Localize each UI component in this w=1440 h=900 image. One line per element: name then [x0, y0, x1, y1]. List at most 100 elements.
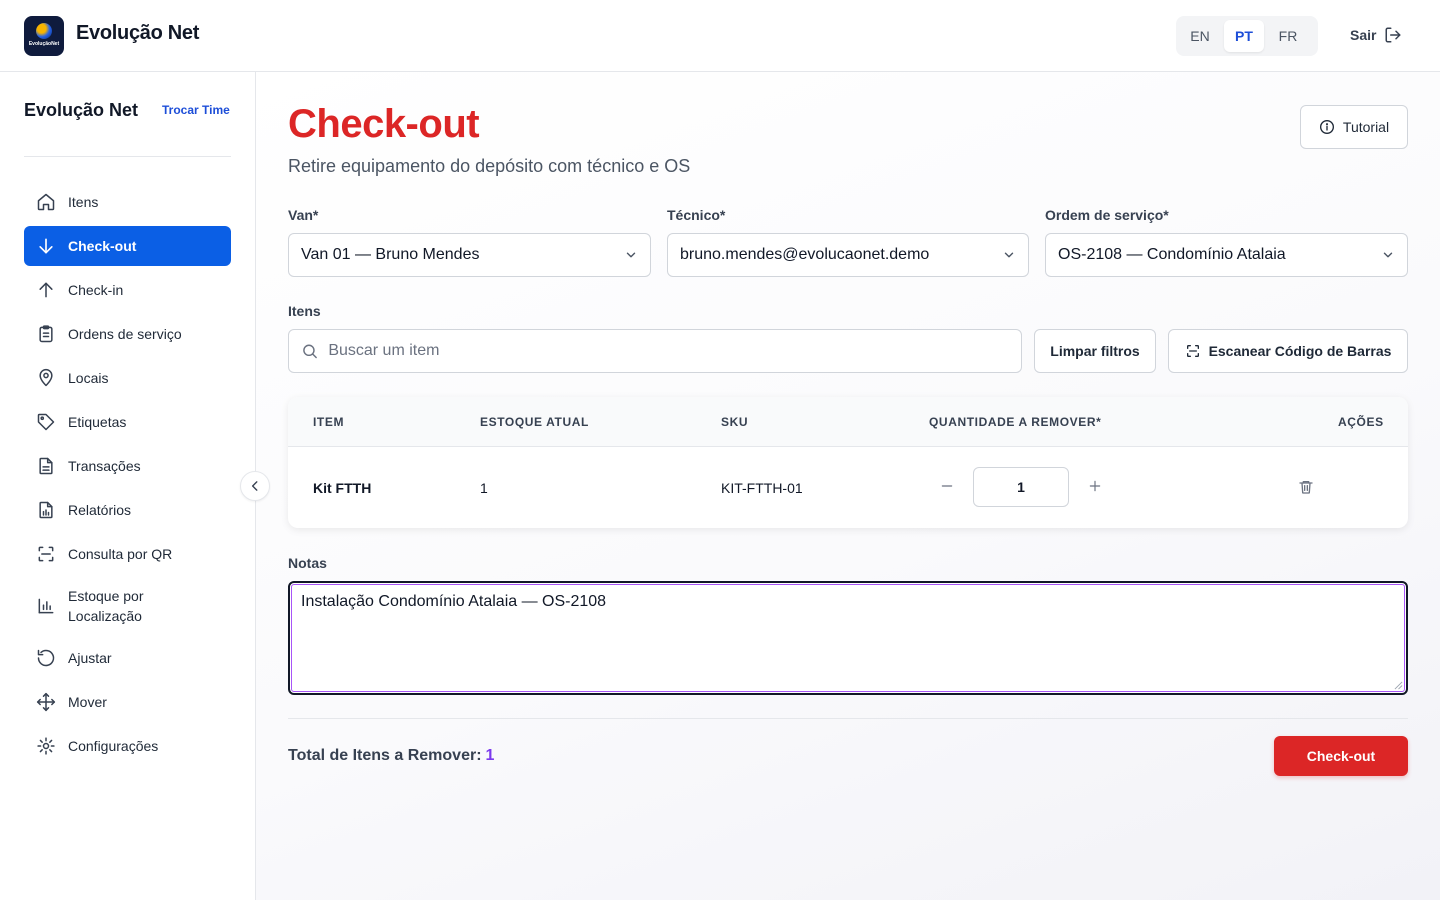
quantity-increment-button[interactable] — [1082, 473, 1108, 499]
column-header-actions: AÇÕES — [1338, 415, 1384, 429]
tutorial-label: Tutorial — [1342, 119, 1390, 135]
van-select-value: Van 01 — Bruno Mendes — [301, 246, 480, 263]
scan-barcode-button[interactable]: Escanear Código de Barras — [1168, 329, 1408, 373]
sidebar: Evolução Net Trocar Time Itens Check-out… — [0, 72, 256, 900]
bar-chart-icon — [38, 598, 54, 614]
technician-select[interactable]: bruno.mendes@evolucaonet.demo — [667, 233, 1029, 277]
items-table: ITEM ESTOQUE ATUAL SKU QUANTIDADE A REMO… — [288, 397, 1408, 528]
language-switcher: EN PT FR — [1176, 16, 1318, 56]
footer-divider — [288, 718, 1408, 719]
quantity-decrement-button[interactable] — [934, 473, 960, 499]
gear-icon — [37, 737, 55, 755]
chevron-down-icon — [1004, 252, 1014, 258]
sidebar-item-settings[interactable]: Configurações — [24, 726, 231, 766]
sidebar-item-label: Etiquetas — [68, 414, 127, 430]
tutorial-button[interactable]: Tutorial — [1300, 105, 1408, 149]
technician-label: Técnico* — [667, 207, 726, 223]
sidebar-item-service-orders[interactable]: Ordens de serviço — [24, 314, 231, 354]
table-header: ITEM ESTOQUE ATUAL SKU QUANTIDADE A REMO… — [288, 397, 1408, 447]
column-header-item: ITEM — [313, 415, 345, 429]
document-icon — [39, 457, 53, 475]
service-order-select[interactable]: OS-2108 — Condomínio Atalaia — [1045, 233, 1408, 277]
sidebar-item-label: Itens — [68, 194, 99, 210]
van-select[interactable]: Van 01 — Bruno Mendes — [288, 233, 651, 277]
sidebar-item-qr-lookup[interactable]: Consulta por QR — [24, 534, 231, 574]
notes-textarea[interactable]: Instalação Condomínio Atalaia — OS-2108 — [288, 581, 1408, 695]
sidebar-item-label: Relatórios — [68, 502, 132, 518]
sidebar-item-label: Mover — [68, 694, 107, 710]
logo-orb-icon — [36, 23, 52, 39]
sidebar-item-adjust[interactable]: Ajustar — [24, 638, 231, 678]
logout-button[interactable]: Sair — [1350, 26, 1402, 44]
sidebar-nav: Itens Check-out Check-in Ordens de servi… — [24, 182, 231, 770]
table-row: Kit FTTH 1 KIT-FTTH-01 1 — [288, 447, 1408, 528]
sidebar-item-transactions[interactable]: Transações — [24, 446, 231, 486]
team-name: Evolução Net — [24, 100, 139, 120]
lang-en-button[interactable]: EN — [1180, 20, 1220, 52]
items-label: Itens — [288, 303, 321, 319]
sidebar-item-label: Ordens de serviço — [68, 326, 182, 342]
row-item-name: Kit FTTH — [313, 480, 372, 496]
total-items-label: Total de Itens a Remover: — [288, 747, 482, 764]
sidebar-item-tags[interactable]: Etiquetas — [24, 402, 231, 442]
switch-team-link[interactable]: Trocar Time — [162, 103, 230, 117]
total-items-value: 1 — [485, 747, 495, 764]
arrow-down-icon — [39, 238, 53, 254]
sidebar-item-label: Ajustar — [68, 650, 112, 666]
sidebar-item-label: Configurações — [68, 738, 159, 754]
notes-label: Notas — [288, 555, 327, 571]
sidebar-item-reports[interactable]: Relatórios — [24, 490, 231, 530]
checkout-submit-button[interactable]: Check-out — [1274, 736, 1408, 776]
column-header-sku: SKU — [721, 415, 749, 429]
scan-icon — [38, 546, 54, 562]
sidebar-item-move[interactable]: Mover — [24, 682, 231, 722]
collapse-sidebar-button[interactable] — [240, 471, 270, 501]
report-icon — [39, 501, 53, 519]
row-sku: KIT-FTTH-01 — [721, 480, 803, 496]
move-icon — [36, 692, 56, 712]
notes-text: Instalação Condomínio Atalaia — OS-2108 — [301, 593, 607, 610]
tag-icon — [37, 413, 55, 431]
total-items-summary: Total de Itens a Remover: 1 — [288, 747, 494, 765]
plus-icon — [1089, 480, 1101, 492]
minus-icon — [941, 485, 953, 487]
column-header-quantity: QUANTIDADE A REMOVER* — [929, 415, 1102, 429]
lang-fr-button[interactable]: FR — [1268, 20, 1308, 52]
logout-label: Sair — [1350, 27, 1377, 43]
home-icon — [37, 193, 55, 211]
clear-filters-button[interactable]: Limpar filtros — [1034, 329, 1156, 373]
sidebar-item-itens[interactable]: Itens — [24, 182, 231, 222]
logout-icon — [1385, 27, 1401, 43]
technician-select-value: bruno.mendes@evolucaonet.demo — [680, 246, 930, 263]
item-search-input[interactable] — [328, 342, 1009, 360]
sidebar-divider — [24, 156, 231, 157]
page-subtitle: Retire equipamento do depósito com técni… — [288, 156, 691, 176]
page-title: Check-out — [288, 102, 480, 146]
chevron-down-icon — [1383, 252, 1393, 258]
search-icon — [303, 344, 317, 359]
remove-row-button[interactable] — [1296, 477, 1316, 497]
scan-icon — [1186, 345, 1199, 357]
service-order-label: Ordem de serviço* — [1045, 207, 1169, 223]
sidebar-item-label: Consulta por QR — [68, 546, 173, 562]
map-pin-icon — [39, 368, 53, 387]
scan-barcode-label: Escanear Código de Barras — [1208, 343, 1392, 359]
quantity-input[interactable]: 1 — [973, 467, 1069, 507]
sidebar-item-stock-by-location[interactable]: Estoque por Localização — [24, 578, 231, 634]
chevron-down-icon — [626, 252, 636, 258]
chevron-left-icon — [251, 481, 258, 491]
sidebar-item-check-in[interactable]: Check-in — [24, 270, 231, 310]
item-search-field[interactable] — [288, 329, 1022, 373]
sidebar-item-label: Transações — [68, 458, 141, 474]
sidebar-item-locations[interactable]: Locais — [24, 358, 231, 398]
rotate-icon — [37, 649, 55, 667]
trash-icon — [1299, 481, 1313, 494]
arrow-up-icon — [39, 282, 53, 298]
sidebar-item-check-out[interactable]: Check-out — [24, 226, 231, 266]
main-content: Check-out Retire equipamento do depósito… — [256, 72, 1440, 900]
app-logo[interactable]: EvoluçãoNet — [24, 16, 64, 56]
logo-text: EvoluçãoNet — [28, 41, 60, 47]
sidebar-item-label: Estoque por Localização — [68, 588, 144, 624]
lang-pt-button[interactable]: PT — [1224, 20, 1264, 52]
resize-handle-icon[interactable] — [1394, 681, 1403, 690]
